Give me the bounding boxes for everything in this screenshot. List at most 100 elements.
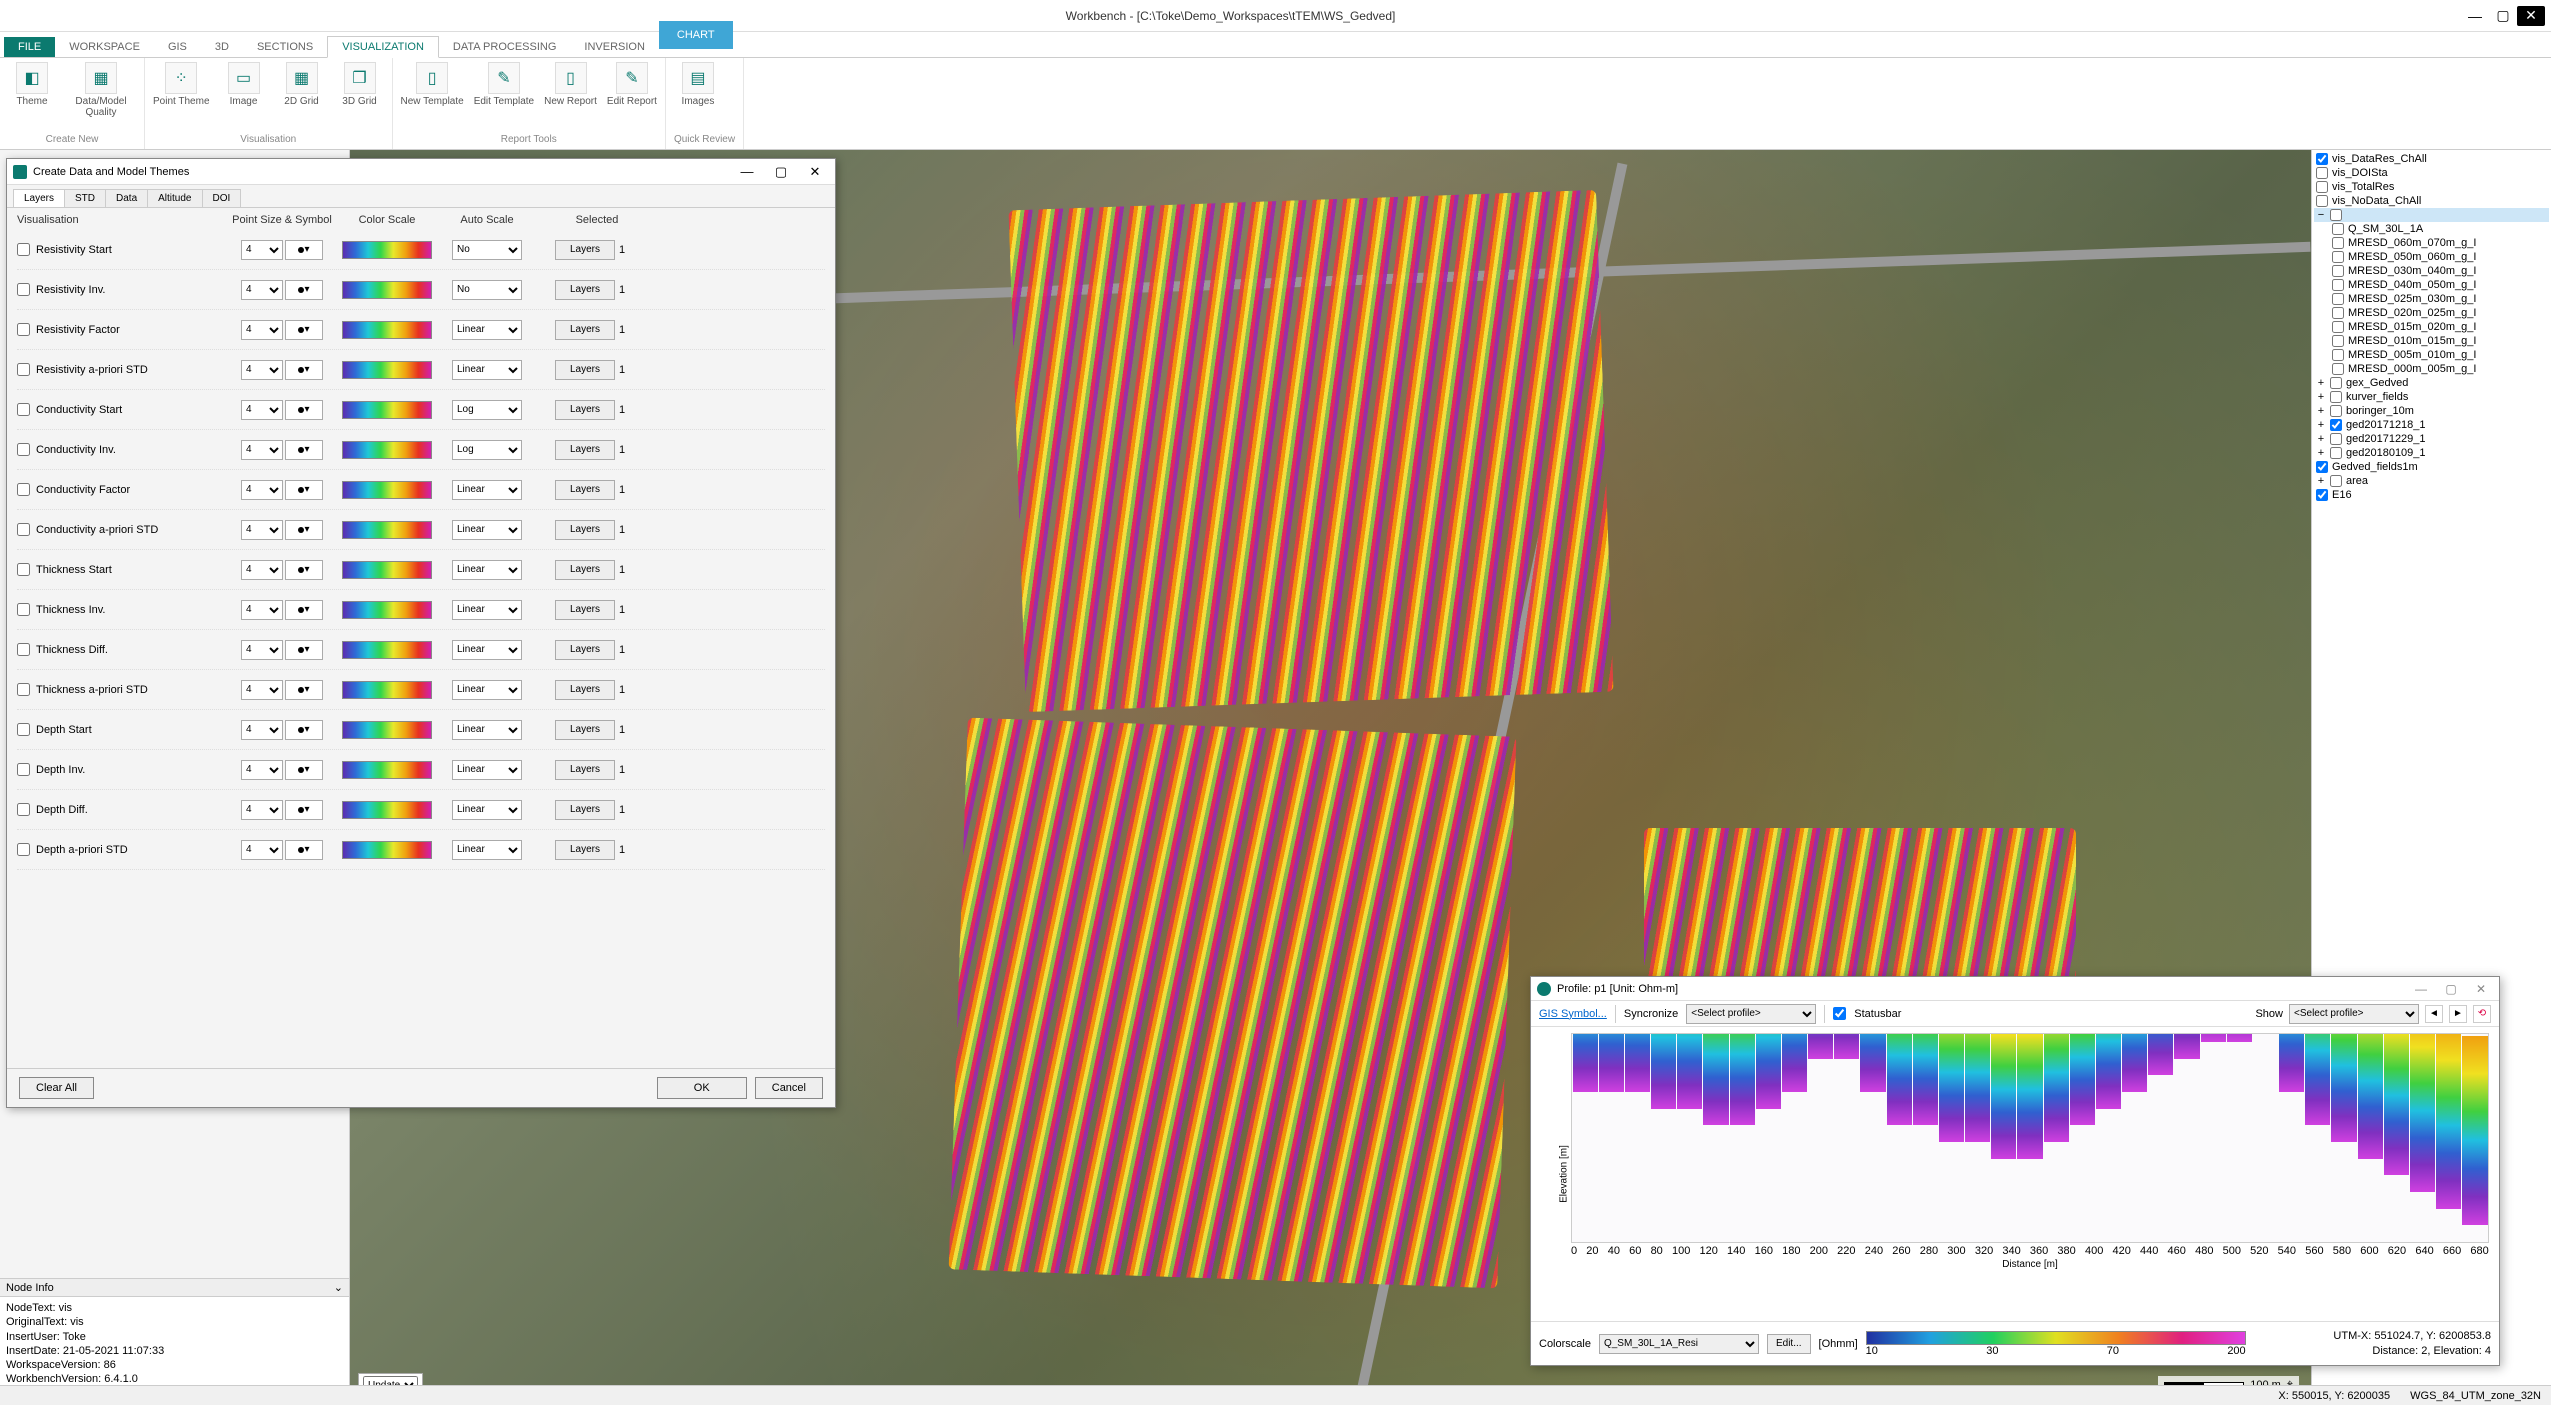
symbol-select[interactable]: ▾ [285, 240, 323, 260]
point-size-select[interactable]: 4 [241, 480, 283, 500]
tab-visualization[interactable]: VISUALIZATION [327, 36, 439, 58]
dialog-close-button[interactable]: ✕ [801, 164, 829, 180]
autoscale-select[interactable]: Linear [452, 720, 522, 740]
ribbon-3d-grid[interactable]: ❒3D Grid [336, 62, 384, 107]
expand-icon[interactable]: + [2316, 405, 2326, 417]
row-enable-checkbox[interactable] [17, 563, 30, 576]
row-enable-checkbox[interactable] [17, 323, 30, 336]
symbol-select[interactable]: ▾ [285, 680, 323, 700]
layer-checkbox[interactable] [2332, 307, 2344, 319]
symbol-select[interactable]: ▾ [285, 560, 323, 580]
point-size-select[interactable]: 4 [241, 440, 283, 460]
maximize-button[interactable]: ▢ [2489, 6, 2517, 26]
row-enable-checkbox[interactable] [17, 363, 30, 376]
point-size-select[interactable]: 4 [241, 400, 283, 420]
minimize-button[interactable]: — [2461, 6, 2489, 26]
layer-item[interactable]: +ged20171229_1 [2314, 432, 2549, 446]
layer-checkbox[interactable] [2332, 223, 2344, 235]
layer-item[interactable]: MRESD_015m_020m_g_I [2314, 320, 2549, 334]
layer-checkbox[interactable] [2330, 405, 2342, 417]
expand-icon[interactable]: + [2316, 475, 2326, 487]
layer-item[interactable]: MRESD_040m_050m_g_I [2314, 278, 2549, 292]
autoscale-select[interactable]: Linear [452, 680, 522, 700]
tab-gis[interactable]: GIS [154, 37, 201, 57]
ribbon-edit-template[interactable]: ✎Edit Template [474, 62, 534, 107]
autoscale-select[interactable]: Linear [452, 760, 522, 780]
point-size-select[interactable]: 4 [241, 560, 283, 580]
point-size-select[interactable]: 4 [241, 600, 283, 620]
ribbon-images[interactable]: ▤Images [674, 62, 722, 107]
ribbon-2d-grid[interactable]: ▦2D Grid [278, 62, 326, 107]
symbol-select[interactable]: ▾ [285, 720, 323, 740]
row-enable-checkbox[interactable] [17, 443, 30, 456]
layers-button[interactable]: Layers [555, 680, 615, 700]
layer-checkbox[interactable] [2332, 363, 2344, 375]
row-enable-checkbox[interactable] [17, 843, 30, 856]
colorscale-select[interactable]: Q_SM_30L_1A_Resi [1599, 1334, 1759, 1354]
point-size-select[interactable]: 4 [241, 840, 283, 860]
colorscale-swatch[interactable] [342, 401, 432, 419]
tab-inversion[interactable]: INVERSION [570, 37, 659, 57]
layer-checkbox[interactable] [2316, 461, 2328, 473]
layers-button[interactable]: Layers [555, 440, 615, 460]
autoscale-select[interactable]: Linear [452, 360, 522, 380]
profile-maximize-button[interactable]: ▢ [2439, 982, 2463, 996]
point-size-select[interactable]: 4 [241, 800, 283, 820]
layer-checkbox[interactable] [2330, 419, 2342, 431]
row-enable-checkbox[interactable] [17, 483, 30, 496]
layer-checkbox[interactable] [2316, 181, 2328, 193]
close-button[interactable]: ✕ [2517, 6, 2545, 26]
syncronize-select[interactable]: <Select profile> [1686, 1004, 1816, 1024]
autoscale-select[interactable]: Linear [452, 840, 522, 860]
symbol-select[interactable]: ▾ [285, 840, 323, 860]
symbol-select[interactable]: ▾ [285, 520, 323, 540]
layer-item[interactable]: +ged20180109_1 [2314, 446, 2549, 460]
layer-checkbox[interactable] [2332, 265, 2344, 277]
tab-file[interactable]: FILE [4, 37, 55, 57]
autoscale-select[interactable]: No [452, 240, 522, 260]
profile-chart[interactable] [1571, 1033, 2489, 1243]
ribbon-new-template[interactable]: ▯New Template [401, 62, 464, 107]
colorscale-swatch[interactable] [342, 521, 432, 539]
ribbon-edit-report[interactable]: ✎Edit Report [607, 62, 657, 107]
autoscale-select[interactable]: Linear [452, 800, 522, 820]
layer-checkbox[interactable] [2332, 293, 2344, 305]
row-enable-checkbox[interactable] [17, 603, 30, 616]
dialog-tab-data[interactable]: Data [105, 189, 148, 207]
layers-button[interactable]: Layers [555, 480, 615, 500]
profile-close-button[interactable]: ✕ [2469, 982, 2493, 996]
symbol-select[interactable]: ▾ [285, 600, 323, 620]
point-size-select[interactable]: 4 [241, 640, 283, 660]
colorscale-swatch[interactable] [342, 721, 432, 739]
layers-button[interactable]: Layers [555, 720, 615, 740]
layers-button[interactable]: Layers [555, 640, 615, 660]
layer-checkbox[interactable] [2316, 489, 2328, 501]
layer-item[interactable]: MRESD_025m_030m_g_I [2314, 292, 2549, 306]
layer-checkbox[interactable] [2330, 447, 2342, 459]
point-size-select[interactable]: 4 [241, 280, 283, 300]
dialog-minimize-button[interactable]: — [733, 164, 761, 179]
layer-item[interactable]: MRESD_005m_010m_g_I [2314, 348, 2549, 362]
colorscale-swatch[interactable] [342, 601, 432, 619]
link-icon[interactable]: ⟲ [2473, 1005, 2491, 1023]
layer-checkbox[interactable] [2332, 251, 2344, 263]
layers-button[interactable]: Layers [555, 800, 615, 820]
layer-checkbox[interactable] [2332, 349, 2344, 361]
row-enable-checkbox[interactable] [17, 763, 30, 776]
autoscale-select[interactable]: Linear [452, 520, 522, 540]
chevron-down-icon[interactable]: ⌄ [334, 1281, 343, 1294]
profile-minimize-button[interactable]: — [2409, 982, 2433, 996]
ribbon-point-theme[interactable]: ⁘Point Theme [153, 62, 210, 107]
tab-chart[interactable]: CHART [659, 21, 733, 49]
layer-item[interactable]: MRESD_010m_015m_g_I [2314, 334, 2549, 348]
row-enable-checkbox[interactable] [17, 283, 30, 296]
symbol-select[interactable]: ▾ [285, 320, 323, 340]
layer-item[interactable]: MRESD_020m_025m_g_I [2314, 306, 2549, 320]
autoscale-select[interactable]: Linear [452, 640, 522, 660]
colorscale-swatch[interactable] [342, 801, 432, 819]
dialog-tab-doi[interactable]: DOI [202, 189, 242, 207]
row-enable-checkbox[interactable] [17, 243, 30, 256]
layer-item[interactable]: MRESD_030m_040m_g_I [2314, 264, 2549, 278]
layer-checkbox[interactable] [2316, 167, 2328, 179]
expand-icon[interactable]: + [2316, 391, 2326, 403]
